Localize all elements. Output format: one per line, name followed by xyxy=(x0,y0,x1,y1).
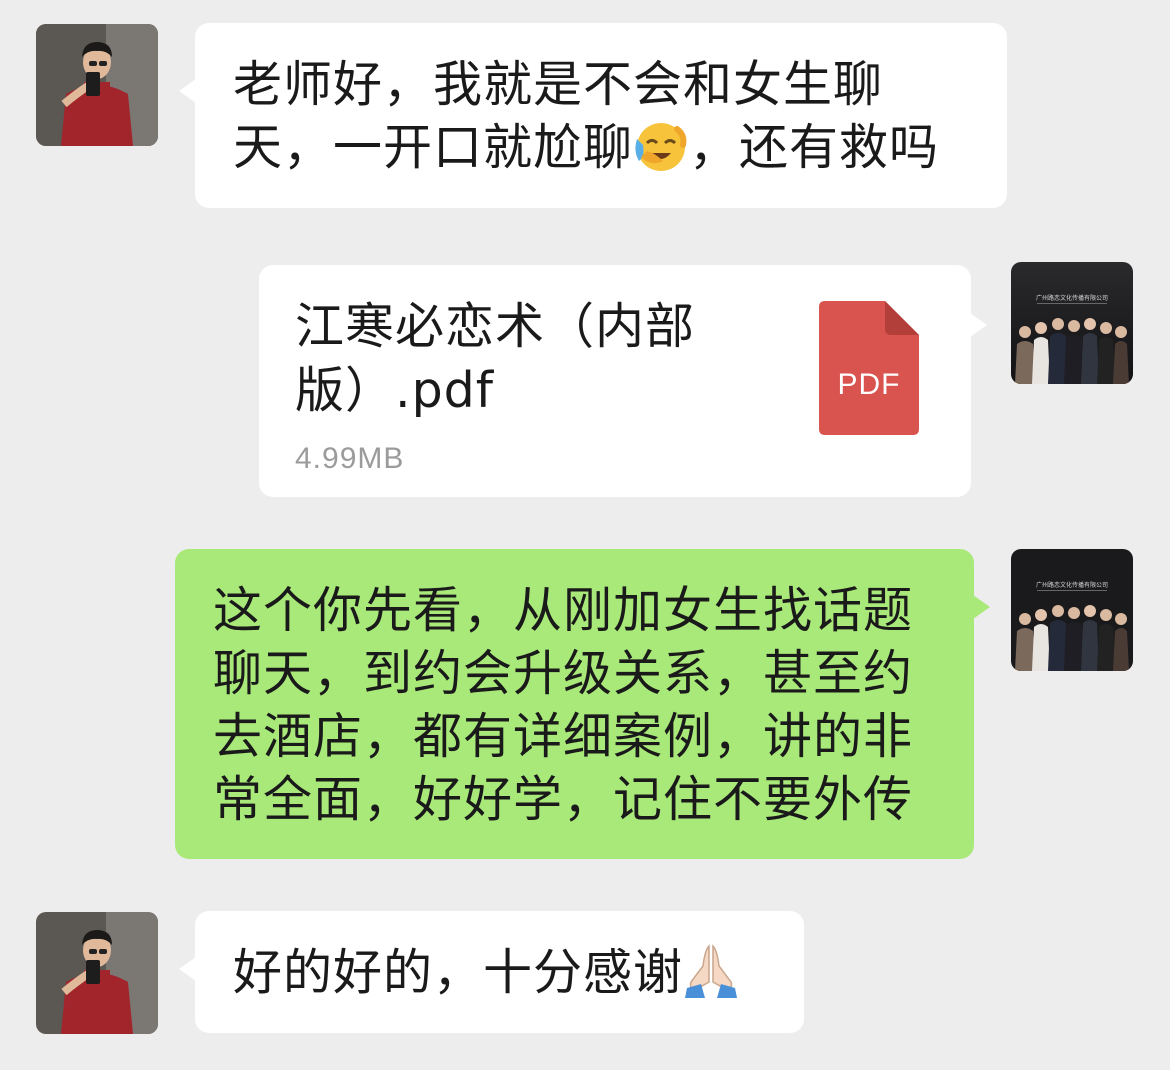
avatar-caption: 广州路恋文化传播有限公司 xyxy=(1036,294,1108,302)
incoming-message-bubble[interactable]: 好的好的，十分感谢 xyxy=(179,911,804,1033)
message-text-segment: 天，一开口就尬聊 xyxy=(233,119,634,176)
bubble-tail xyxy=(179,79,196,103)
message-text-line: 常全面，好好学，记住不要外传 xyxy=(213,771,914,828)
user-avatar[interactable] xyxy=(36,912,158,1034)
mentor-avatar-group-photo: 广州路恋文化传播有限公司 xyxy=(1011,549,1133,671)
file-message-card[interactable]: 江寒必恋术（内部 版）.pdf 4.99MB PDF xyxy=(259,265,987,497)
avatar-caption: 广州路恋文化传播有限公司 xyxy=(1036,581,1108,589)
file-name-line: 版）.pdf xyxy=(295,362,495,419)
file-name: 江寒必恋术（内部 版）.pdf xyxy=(295,295,725,423)
bubble-tail xyxy=(179,957,196,981)
message-text-segment: ，还有救吗 xyxy=(689,119,940,176)
incoming-message-bubble[interactable]: 老师好，我就是不会和女生聊 天，一开口就尬聊 ，还有救吗 xyxy=(179,23,1007,208)
file-name-line: 江寒必恋术（内部 xyxy=(295,298,696,355)
mentor-avatar-group-photo: 广州路恋文化传播有限公司 xyxy=(1011,262,1133,384)
user-avatar-photo xyxy=(36,912,158,1034)
bubble-tail xyxy=(973,595,990,619)
bubble-tail xyxy=(970,313,987,337)
pdf-badge-label: PDF xyxy=(838,368,901,401)
message-text-line: 老师好，我就是不会和女生聊 xyxy=(233,56,884,113)
pdf-file-icon: PDF xyxy=(819,301,919,435)
laughing-crying-emoji-icon xyxy=(633,117,689,173)
mentor-avatar[interactable]: 广州路恋文化传播有限公司 xyxy=(1011,262,1133,384)
user-avatar[interactable] xyxy=(36,24,158,146)
message-text-line: 好的好的，十分感谢 xyxy=(233,941,768,1004)
mentor-avatar[interactable]: 广州路恋文化传播有限公司 xyxy=(1011,549,1133,671)
message-text-line: 去酒店，都有详细案例，讲的非 xyxy=(213,708,914,765)
message-text-segment: 好的好的，十分感谢 xyxy=(233,944,684,1001)
message-text-line: 天，一开口就尬聊 ，还有救吗 xyxy=(233,116,971,179)
folded-hands-emoji-icon xyxy=(683,942,739,998)
user-avatar-photo xyxy=(36,24,158,146)
message-text-line: 这个你先看，从刚加女生找话题 xyxy=(213,582,914,639)
file-size: 4.99MB xyxy=(295,442,405,475)
message-text-line: 聊天，到约会升级关系，甚至约 xyxy=(213,645,914,702)
outgoing-message-bubble[interactable]: 这个你先看，从刚加女生找话题 聊天，到约会升级关系，甚至约 去酒店，都有详细案例… xyxy=(175,549,990,859)
